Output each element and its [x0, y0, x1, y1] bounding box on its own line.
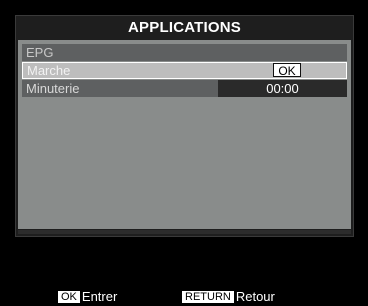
menu-item-epg[interactable]: EPG [22, 44, 347, 61]
menu-item-label: EPG [26, 45, 54, 60]
ok-button[interactable]: OK [273, 63, 301, 78]
panel-bottom-strip [18, 230, 351, 234]
return-key-icon: RETURN [182, 291, 234, 303]
menu-item-label: Marche [27, 63, 71, 78]
timer-value[interactable]: 00:00 [218, 80, 347, 97]
menu-panel: EPG Marche OK Minuterie 00:00 [18, 40, 351, 229]
ok-key-icon: OK [58, 291, 80, 303]
enter-label: Entrer [81, 289, 118, 304]
footer-return-hint: RETURN Retour [182, 290, 275, 304]
footer-enter-hint: OK Entrer [58, 290, 117, 304]
menu-item-minuterie[interactable]: Minuterie 00:00 [22, 80, 347, 97]
menu-item-label: Minuterie [26, 81, 80, 96]
window-title: APPLICATIONS [16, 16, 353, 40]
applications-window: APPLICATIONS EPG Marche OK Minuterie 00:… [15, 15, 354, 237]
return-label: Retour [235, 289, 275, 304]
menu-item-marche[interactable]: Marche OK [22, 62, 347, 79]
